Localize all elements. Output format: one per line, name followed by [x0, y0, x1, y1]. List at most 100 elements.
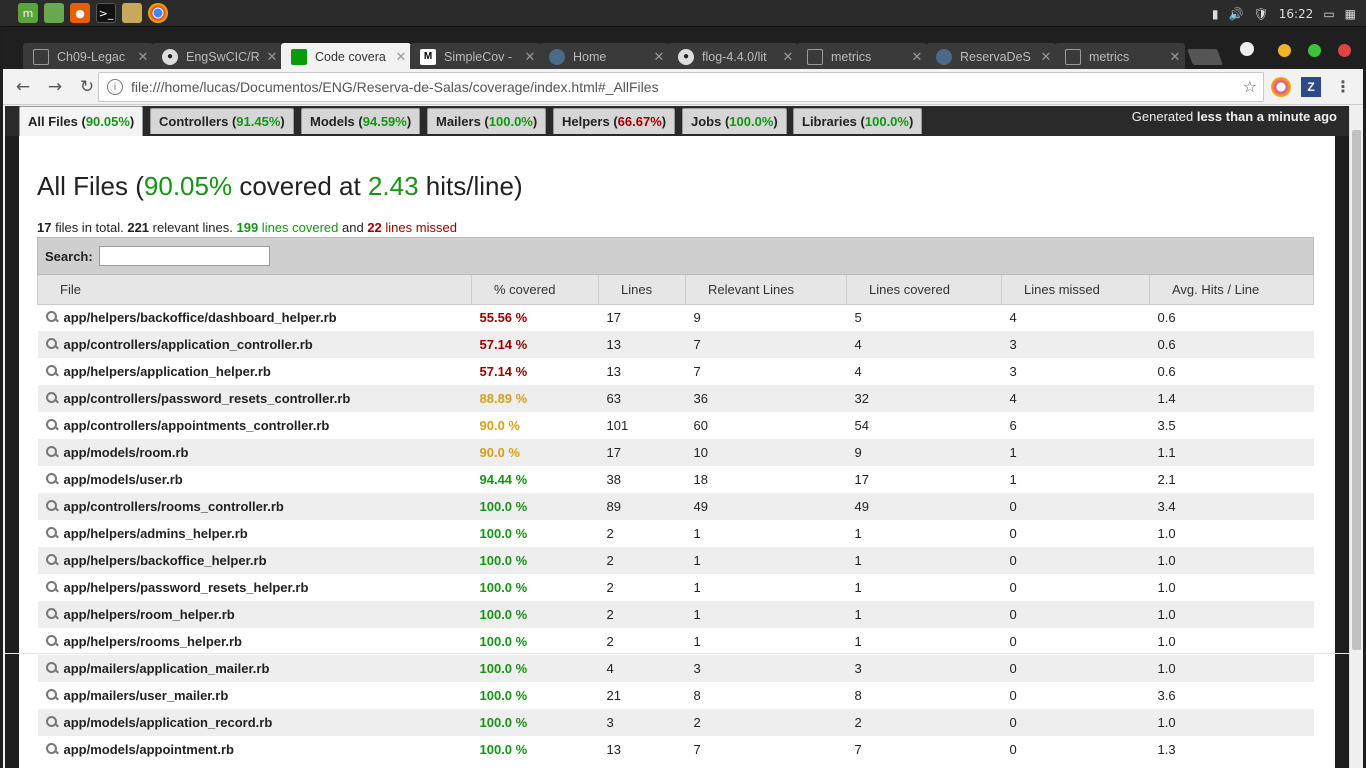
zotero-icon[interactable]: Z: [1301, 77, 1321, 97]
address-bar[interactable]: i file:///home/lucas/Documentos/ENG/Rese…: [98, 72, 1264, 102]
display-icon[interactable]: ▭: [1323, 7, 1334, 21]
tab-jobs[interactable]: Jobs (100.0%): [682, 108, 787, 134]
clock[interactable]: 16:22: [1279, 7, 1314, 21]
magnifier-icon[interactable]: [45, 608, 58, 620]
magnifier-icon[interactable]: [45, 716, 58, 728]
close-icon[interactable]: ✕: [649, 49, 669, 65]
vertical-scrollbar[interactable]: [1349, 106, 1363, 768]
browser-tab[interactable]: ReservaDeS ✕: [926, 43, 1056, 70]
file-link[interactable]: app/helpers/backoffice/dashboard_helper.…: [64, 310, 337, 325]
tab-controllers[interactable]: Controllers (91.45%): [150, 108, 294, 134]
magnifier-icon[interactable]: [45, 635, 58, 647]
file-link[interactable]: app/controllers/application_controller.r…: [64, 337, 313, 352]
show-desktop-icon[interactable]: [44, 3, 64, 23]
terminal-icon[interactable]: >_: [96, 3, 116, 23]
file-link[interactable]: app/mailers/application_mailer.rb: [64, 661, 270, 676]
updates-icon[interactable]: ▦: [1345, 7, 1356, 21]
file-link[interactable]: app/models/appointment.rb: [64, 742, 234, 757]
file-link[interactable]: app/controllers/appointments_controller.…: [64, 418, 330, 433]
close-icon[interactable]: ✕: [1036, 49, 1056, 65]
file-link[interactable]: app/helpers/admins_helper.rb: [64, 526, 248, 541]
file-link[interactable]: app/controllers/password_resets_controll…: [64, 391, 351, 406]
close-icon[interactable]: ✕: [133, 49, 153, 65]
magnifier-icon[interactable]: [45, 338, 58, 350]
file-link[interactable]: app/helpers/backoffice_helper.rb: [64, 553, 267, 568]
file-link[interactable]: app/mailers/user_mailer.rb: [64, 688, 229, 703]
volume-icon[interactable]: 🔊: [1229, 7, 1244, 21]
close-icon[interactable]: ✕: [391, 49, 411, 65]
new-tab-button[interactable]: [1187, 49, 1223, 65]
forward-button[interactable]: →: [43, 75, 67, 99]
file-cell: app/controllers/rooms_controller.rb: [37, 493, 472, 520]
lines-cell: 13: [598, 331, 686, 358]
file-link[interactable]: app/helpers/password_resets_helper.rb: [64, 580, 309, 595]
browser-tab[interactable]: metrics ✕: [797, 43, 927, 70]
tab-all-files[interactable]: All Files (90.05%): [19, 106, 144, 136]
magnifier-icon[interactable]: [45, 689, 58, 701]
chrome-icon[interactable]: [148, 3, 168, 23]
file-link[interactable]: app/helpers/application_helper.rb: [64, 364, 271, 379]
mint-menu-icon[interactable]: m: [18, 3, 38, 23]
file-link[interactable]: app/helpers/room_helper.rb: [64, 607, 235, 622]
search-input[interactable]: [98, 246, 270, 266]
menu-icon[interactable]: ⋮: [1333, 77, 1353, 97]
reload-button[interactable]: ↻: [75, 75, 99, 99]
column-header-file[interactable]: File: [37, 275, 472, 305]
column-header-lines-covered[interactable]: Lines covered: [846, 275, 1002, 305]
browser-tab[interactable]: metrics ✕: [1055, 43, 1185, 70]
tab-libraries[interactable]: Libraries (100.0%): [793, 108, 923, 134]
extension-icon[interactable]: [1271, 77, 1291, 97]
browser-tab[interactable]: M SimpleCov - ✕: [410, 43, 540, 70]
magnifier-icon[interactable]: [45, 365, 58, 377]
scrollbar-thumb[interactable]: [1352, 130, 1361, 650]
tab-helpers[interactable]: Helpers (66.67%): [553, 108, 676, 134]
folder-icon[interactable]: [122, 3, 142, 23]
column-header-lines[interactable]: Lines: [598, 275, 686, 305]
close-icon[interactable]: ✕: [262, 49, 282, 65]
browser-tab[interactable]: Ch09-Legac ✕: [23, 43, 153, 70]
relevant-lines-cell: 36: [685, 385, 847, 412]
browser-tab-active[interactable]: Code covera ✕: [281, 43, 411, 70]
tab-models[interactable]: Models (94.59%): [301, 108, 421, 134]
browser-tab[interactable]: Home ✕: [539, 43, 669, 70]
relevant-lines-cell: 9: [685, 304, 847, 331]
avg-hits-cell: 1.0: [1149, 628, 1314, 655]
column-header-pct-covered[interactable]: % covered: [471, 275, 599, 305]
magnifier-icon[interactable]: [45, 554, 58, 566]
minimize-button[interactable]: [1278, 44, 1291, 57]
magnifier-icon[interactable]: [45, 311, 58, 323]
browser-tab[interactable]: ● flog-4.4.0/lit ✕: [668, 43, 798, 70]
close-window-button[interactable]: [1338, 44, 1351, 57]
magnifier-icon[interactable]: [45, 527, 58, 539]
file-link[interactable]: app/models/user.rb: [64, 472, 183, 487]
magnifier-icon[interactable]: [45, 419, 58, 431]
profile-icon[interactable]: [1240, 42, 1254, 56]
firefox-icon[interactable]: ●: [70, 3, 90, 23]
maximize-button[interactable]: [1308, 44, 1321, 57]
browser-tab[interactable]: ● EngSwCIC/R ✕: [152, 43, 282, 70]
column-header-relevant-lines[interactable]: Relevant Lines: [685, 275, 847, 305]
close-icon[interactable]: ✕: [1165, 49, 1185, 65]
close-icon[interactable]: ✕: [907, 49, 927, 65]
file-link[interactable]: app/controllers/rooms_controller.rb: [64, 499, 284, 514]
close-icon[interactable]: ✕: [778, 49, 798, 65]
bookmark-star-icon[interactable]: ☆: [1243, 77, 1257, 96]
network-icon[interactable]: ▮: [1212, 7, 1219, 21]
back-button[interactable]: ←: [11, 75, 35, 99]
file-link[interactable]: app/models/room.rb: [64, 445, 189, 460]
magnifier-icon[interactable]: [45, 581, 58, 593]
column-header-lines-missed[interactable]: Lines missed: [1001, 275, 1150, 305]
magnifier-icon[interactable]: [45, 743, 58, 755]
column-header-avg-hits[interactable]: Avg. Hits / Line: [1149, 275, 1314, 305]
info-icon[interactable]: i: [107, 79, 123, 95]
close-icon[interactable]: ✕: [520, 49, 540, 65]
shield-icon[interactable]: 🛡: [1253, 7, 1268, 21]
file-link[interactable]: app/models/application_record.rb: [64, 715, 273, 730]
magnifier-icon[interactable]: [45, 662, 58, 674]
magnifier-icon[interactable]: [45, 473, 58, 485]
magnifier-icon[interactable]: [45, 392, 58, 404]
magnifier-icon[interactable]: [45, 446, 58, 458]
magnifier-icon[interactable]: [45, 500, 58, 512]
file-link[interactable]: app/helpers/rooms_helper.rb: [64, 634, 242, 649]
tab-mailers[interactable]: Mailers (100.0%): [427, 108, 547, 134]
